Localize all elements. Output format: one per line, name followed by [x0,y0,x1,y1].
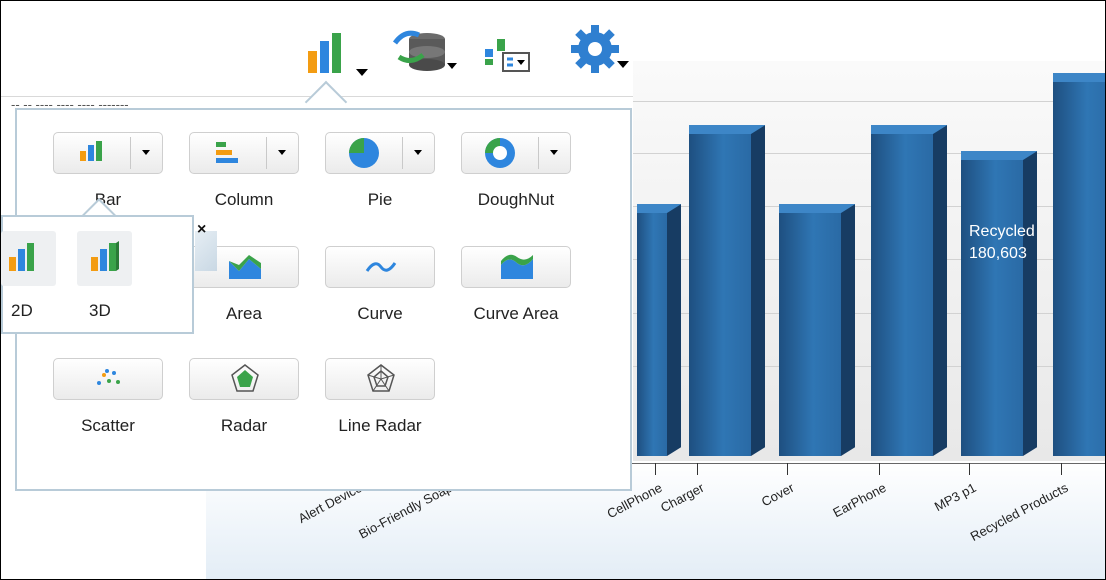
chart-type-radar-button[interactable] [189,358,299,400]
option-3d[interactable] [77,231,132,286]
doughnut-chart-icon [462,133,538,173]
curve-area-chart-icon [462,247,572,287]
bar-mp3-p1[interactable] [961,151,1037,456]
chart-type-column-button[interactable] [189,132,299,174]
bar-chart-icon[interactable] [306,31,368,77]
curve-chart-icon [326,247,436,287]
split-divider [538,137,539,169]
chart-type-curve-button[interactable] [325,246,435,288]
x-axis-tick [697,463,698,475]
toolbar [1,1,633,96]
chevron-down-icon[interactable] [414,150,422,155]
bar-chart-icon [54,133,130,173]
chart-type-pie-button[interactable] [325,132,435,174]
close-submenu-button[interactable]: × [197,221,206,239]
chart-type-line-radar-button[interactable] [325,358,435,400]
split-divider [266,137,267,169]
bar-charger[interactable] [689,125,765,456]
x-axis-tick [1061,463,1062,475]
app-frame: Alert Device Bio-Friendly Soap CellPhone Ch… [0,0,1106,580]
chart-tooltip: Recycled 180,603 [969,221,1035,265]
tooltip-title: Recycled [969,223,1035,240]
chart-type-area-label: Area [226,304,262,323]
bar-earphone[interactable] [871,125,947,456]
chart-type-curve-area-label: Curve Area [473,304,559,323]
x-axis-tick [655,463,656,475]
chevron-down-icon[interactable] [278,150,286,155]
bar-cover[interactable] [779,203,855,456]
radar-chart-icon [190,359,300,399]
chevron-down-icon[interactable] [142,150,150,155]
bar-recycled-products[interactable] [1053,73,1105,456]
sync-database-icon[interactable] [389,25,459,73]
chart-type-bar-button[interactable] [53,132,163,174]
chevron-down-icon[interactable] [550,150,558,155]
gridline [633,101,1105,102]
option-2d-label: 2D [11,301,33,320]
split-divider [130,137,131,169]
tooltip-value: 180,603 [969,245,1027,262]
pie-chart-icon [326,133,402,173]
column-chooser-icon[interactable] [483,31,533,73]
chart-type-column-label: Column [214,190,274,209]
x-axis-tick [879,463,880,475]
chart-type-curve-area-button[interactable] [461,246,571,288]
gear-icon[interactable] [571,23,631,75]
scatter-chart-icon [54,359,164,399]
option-2d[interactable] [1,231,56,286]
x-axis-tick [969,463,970,475]
line-radar-chart-icon [326,359,436,399]
chart-type-doughnut-button[interactable] [461,132,571,174]
chart-type-scatter-button[interactable] [53,358,163,400]
bar-cellphone[interactable] [637,203,681,456]
option-3d-label: 3D [89,301,111,320]
dimension-submenu: 2D 3D [1,215,194,334]
chart-type-pie-label: Pie [367,190,393,209]
x-axis-tick [787,463,788,475]
chart-type-line-radar-label: Line Radar [338,416,422,435]
split-divider [402,137,403,169]
chart-type-radar-label: Radar [220,416,268,435]
chart-type-doughnut-label: DoughNut [477,190,555,209]
chart-type-curve-label: Curve [357,304,403,323]
chart-type-scatter-label: Scatter [81,416,135,435]
column-chart-icon [190,133,266,173]
